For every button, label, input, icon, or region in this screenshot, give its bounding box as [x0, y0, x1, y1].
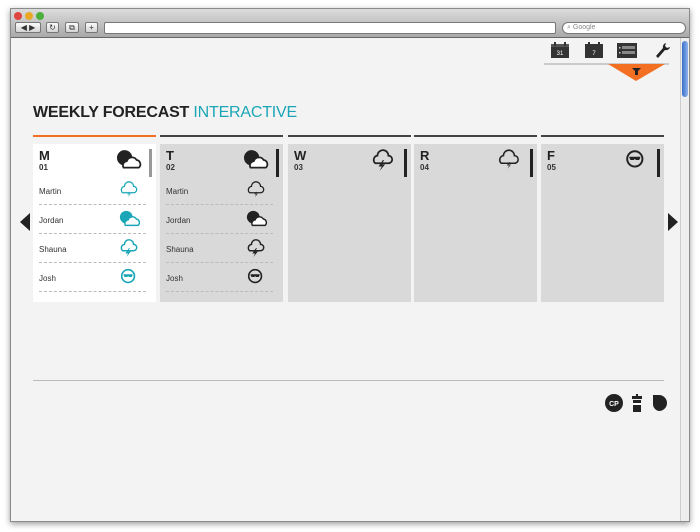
day-scroll-indicator[interactable] [404, 149, 407, 177]
zoom-button[interactable] [36, 12, 44, 20]
cp-icon[interactable]: CP [605, 394, 623, 412]
storm-icon [372, 149, 394, 171]
list-icon[interactable] [617, 42, 637, 58]
person-name: Jordan [166, 216, 191, 225]
browser-toolbar: ◀ ▶ ↻ ⧉ + ⌕ Google [11, 9, 689, 38]
day-number: 03 [294, 163, 303, 172]
day-card[interactable]: T 02 Martin Jordan Shauna Josh [160, 144, 283, 302]
day-number: 02 [166, 163, 175, 172]
person-name: Shauna [39, 245, 67, 254]
url-field[interactable] [104, 22, 556, 34]
scroll-thumb[interactable] [682, 41, 688, 97]
title-main: WEEKLY FORECAST [33, 104, 190, 121]
day-scroll-indicator[interactable] [149, 149, 152, 177]
person-name: Josh [166, 274, 183, 283]
sunglasses-icon [247, 268, 263, 284]
partly-cloudy-icon [246, 210, 267, 227]
day-rule [414, 135, 537, 137]
day-letter: M [39, 148, 50, 163]
snapback-button[interactable]: ⧉ [65, 22, 79, 33]
person-name: Jordan [39, 216, 64, 225]
day-column-f[interactable]: F 05 [541, 135, 664, 302]
footer-divider [33, 380, 664, 381]
storm-icon [247, 239, 265, 258]
day-rule [288, 135, 411, 137]
person-row[interactable]: Josh [39, 264, 146, 292]
person-name: Shauna [166, 245, 194, 254]
day-scroll-indicator[interactable] [657, 149, 660, 177]
day-rule [160, 135, 283, 137]
day-column-r[interactable]: R 04 [414, 135, 537, 302]
storm-icon [120, 239, 138, 258]
close-button[interactable] [14, 12, 22, 20]
partly-cloudy-icon [244, 150, 269, 169]
day-number: 04 [420, 163, 429, 172]
person-name: Martin [166, 187, 189, 196]
day-number: 05 [547, 163, 556, 172]
calendar-month-icon[interactable]: 31 [550, 42, 570, 58]
day-column-m[interactable]: M 01 Martin Jordan Shauna Josh [33, 135, 156, 302]
drop-icon[interactable] [650, 394, 668, 412]
day-card[interactable]: M 01 Martin Jordan Shauna Josh [33, 144, 156, 302]
sunglasses-icon [120, 268, 136, 284]
title-sub: INTERACTIVE [193, 104, 297, 121]
calendar-week-icon[interactable]: 7 [584, 42, 604, 58]
page-title: WEEKLY FORECAST INTERACTIVE [33, 104, 297, 122]
reload-button[interactable]: ↻ [46, 22, 59, 33]
filter-toggle-button[interactable] [608, 64, 665, 81]
cp-label: CP [609, 401, 619, 408]
person-name: Martin [39, 187, 62, 196]
day-card[interactable]: R 04 [414, 144, 537, 302]
day-rule [33, 135, 156, 137]
trash-icon[interactable] [628, 394, 646, 412]
person-row[interactable]: Shauna [166, 235, 273, 263]
day-scroll-indicator[interactable] [276, 149, 279, 177]
wrench-icon[interactable] [651, 42, 671, 58]
day-letter: W [294, 148, 307, 163]
previous-arrow[interactable] [20, 213, 30, 231]
search-field[interactable]: ⌕ Google [562, 22, 686, 34]
day-card[interactable]: F 05 [541, 144, 664, 302]
storm-light-icon [120, 181, 138, 198]
sunglasses-icon [626, 150, 644, 168]
person-row[interactable]: Josh [166, 264, 273, 292]
person-row[interactable]: Martin [166, 177, 273, 205]
day-letter: F [547, 148, 555, 163]
person-name: Josh [39, 274, 56, 283]
next-arrow[interactable] [668, 213, 678, 231]
day-column-t[interactable]: T 02 Martin Jordan Shauna Josh [160, 135, 283, 302]
add-bookmark-button[interactable]: + [85, 22, 98, 33]
day-column-w[interactable]: W 03 [288, 135, 411, 302]
person-row[interactable]: Jordan [166, 206, 273, 234]
person-row[interactable]: Martin [39, 177, 146, 205]
page-content: 31 7 WEEKLY FORECAST INTERACTIVE M 01 Ma… [11, 38, 682, 521]
minimize-button[interactable] [25, 12, 33, 20]
day-scroll-indicator[interactable] [530, 149, 533, 177]
partly-cloudy-icon [119, 210, 140, 227]
person-row[interactable]: Shauna [39, 235, 146, 263]
calendar-month-label: 31 [557, 51, 564, 57]
day-letter: T [166, 148, 174, 163]
day-number: 01 [39, 163, 48, 172]
day-rule [541, 135, 664, 137]
storm-light-icon [247, 181, 265, 198]
day-letter: R [420, 148, 430, 163]
browser-window: ◀ ▶ ↻ ⧉ + ⌕ Google 31 7 WEEKLY FORECAST … [10, 8, 690, 522]
partly-cloudy-icon [117, 150, 142, 169]
storm-light-icon [499, 149, 519, 169]
person-row[interactable]: Jordan [39, 206, 146, 234]
back-forward-button[interactable]: ◀ ▶ [15, 22, 41, 33]
day-card[interactable]: W 03 [288, 144, 411, 302]
search-placeholder: Google [572, 24, 596, 31]
